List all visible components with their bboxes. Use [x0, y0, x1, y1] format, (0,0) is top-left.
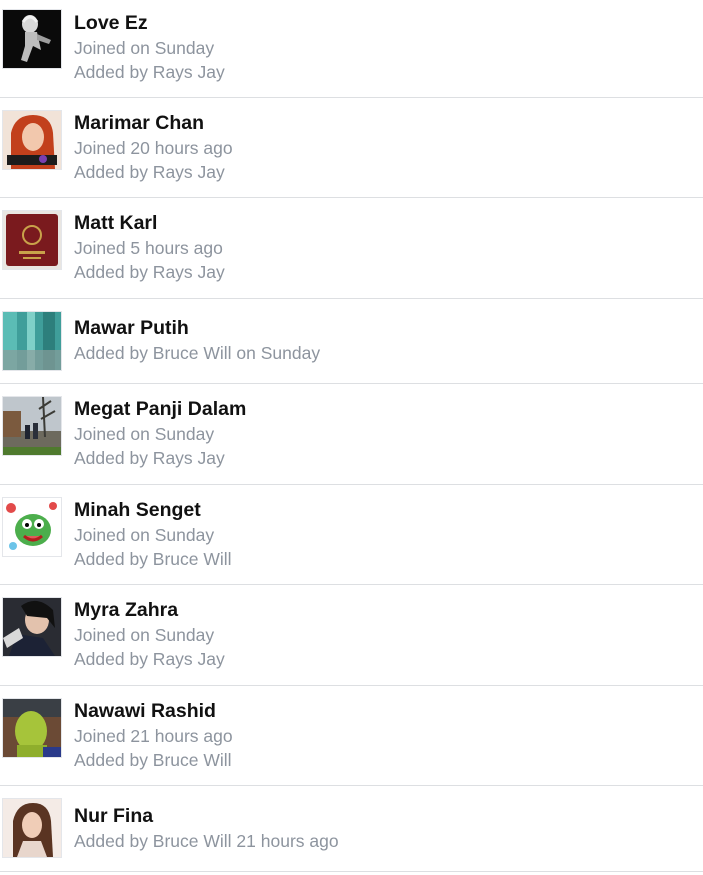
member-joined: Joined 5 hours ago [74, 238, 223, 258]
avatar[interactable] [2, 396, 62, 456]
member-added-by: Added by Rays Jay [74, 262, 225, 282]
avatar[interactable] [2, 9, 62, 69]
member-name[interactable]: Marimar Chan [74, 111, 204, 135]
avatar[interactable] [2, 110, 62, 170]
member-added-by: Added by Bruce Will on Sunday [74, 343, 321, 363]
member-joined: Joined 20 hours ago [74, 138, 233, 158]
member-row[interactable]: Love Ez Joined on Sunday Added by Rays J… [0, 0, 703, 98]
member-row[interactable]: Mawar Putih Added by Bruce Will on Sunda… [0, 299, 703, 384]
member-name[interactable]: Myra Zahra [74, 598, 178, 622]
member-row[interactable]: Myra Zahra Joined on Sunday Added by Ray… [0, 585, 703, 686]
member-added-by: Added by Bruce Will [74, 549, 232, 569]
avatar[interactable] [2, 497, 62, 557]
member-name[interactable]: Love Ez [74, 11, 148, 35]
member-added-by: Added by Rays Jay [74, 448, 225, 468]
avatar[interactable] [2, 597, 62, 657]
member-row[interactable]: Megat Panji Dalam Joined on Sunday Added… [0, 384, 703, 485]
avatar[interactable] [2, 698, 62, 758]
member-added-by: Added by Bruce Will 21 hours ago [74, 831, 339, 851]
member-name[interactable]: Nawawi Rashid [74, 699, 216, 723]
member-name[interactable]: Nur Fina [74, 804, 153, 828]
avatar[interactable] [2, 210, 62, 270]
member-joined: Joined on Sunday [74, 38, 215, 58]
member-joined: Joined 21 hours ago [74, 726, 233, 746]
member-row[interactable]: Marimar Chan Joined 20 hours ago Added b… [0, 98, 703, 198]
member-added-by: Added by Bruce Will [74, 750, 232, 770]
member-joined: Joined on Sunday [74, 625, 215, 645]
member-row[interactable]: Minah Senget Joined on Sunday Added by B… [0, 485, 703, 585]
member-added-by: Added by Rays Jay [74, 62, 225, 82]
member-joined: Joined on Sunday [74, 525, 215, 545]
member-added-by: Added by Rays Jay [74, 649, 225, 669]
member-list: Love Ez Joined on Sunday Added by Rays J… [0, 0, 703, 872]
member-row[interactable]: Matt Karl Joined 5 hours ago Added by Ra… [0, 198, 703, 299]
avatar[interactable] [2, 311, 62, 371]
member-name[interactable]: Megat Panji Dalam [74, 397, 246, 421]
member-name[interactable]: Matt Karl [74, 211, 157, 235]
avatar[interactable] [2, 798, 62, 858]
member-name[interactable]: Mawar Putih [74, 316, 189, 340]
member-row[interactable]: Nawawi Rashid Joined 21 hours ago Added … [0, 686, 703, 786]
member-row[interactable]: Nur Fina Added by Bruce Will 21 hours ag… [0, 786, 703, 872]
member-added-by: Added by Rays Jay [74, 162, 225, 182]
member-joined: Joined on Sunday [74, 424, 215, 444]
member-name[interactable]: Minah Senget [74, 498, 201, 522]
